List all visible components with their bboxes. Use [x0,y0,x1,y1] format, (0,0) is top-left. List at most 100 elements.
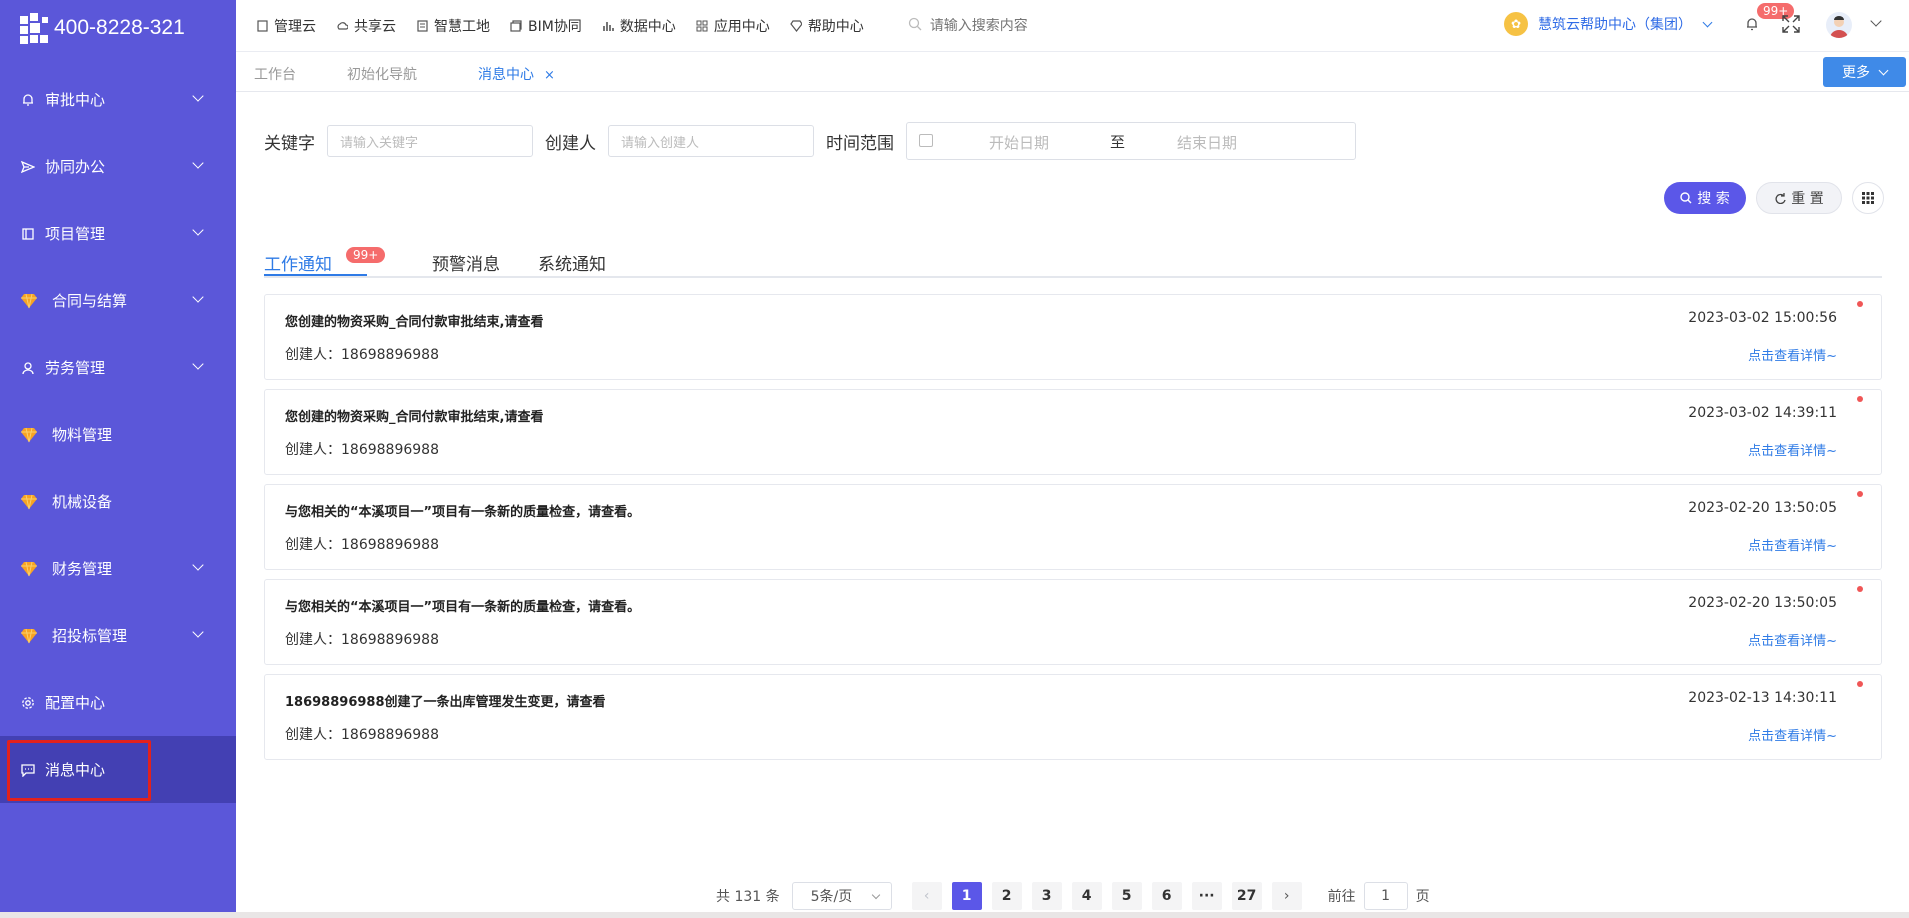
chevron-down-icon [1702,17,1713,27]
page-button[interactable]: 5 [1111,882,1142,910]
active-tab-indicator [264,274,367,276]
list-item[interactable]: 与您相关的“本溪项目一”项目有一条新的质量检查，请查看。 2023-02-20 … [264,579,1882,665]
user-avatar[interactable] [1826,12,1852,38]
tab-work-notice[interactable]: 工作通知 99+ [264,247,386,275]
sidebar-item-collab[interactable]: 协同办公 [0,133,236,200]
sidebar-item-label: 项目管理 [45,225,106,243]
page-button[interactable]: 1 [951,882,982,910]
creator-input[interactable]: 请输入创建人 [608,125,814,157]
global-search[interactable] [908,17,1328,35]
close-icon[interactable]: × [544,68,555,83]
search-input[interactable] [929,17,1230,34]
cloud-icon [336,20,348,32]
message-time: 2023-03-02 14:39:11 [1688,405,1837,421]
fullscreen-icon[interactable] [1781,14,1801,34]
topnav-shared-cloud[interactable]: 共享云 [336,16,396,36]
search-icon [908,17,922,35]
sidebar: 400-8228-321 审批中心 协同办公 项目管理 合同与结算 劳务管理 物… [0,0,236,918]
reset-button[interactable]: 重 置 [1756,182,1842,214]
next-page-button[interactable]: › [1271,882,1302,910]
grid-icon [696,20,708,32]
more-button[interactable]: 更多 [1823,57,1906,87]
sidebar-item-label: 招投标管理 [52,627,128,645]
search-icon [1680,192,1692,204]
goto-suffix: 页 [1415,889,1430,905]
topnav-app-center[interactable]: 应用中心 [696,16,770,36]
list-item[interactable]: 您创建的物资采购_合同付款审批结束,请查看 2023-03-02 15:00:5… [264,294,1882,380]
sidebar-item-contracts[interactable]: 合同与结算 [0,267,236,334]
search-button[interactable]: 搜 索 [1664,182,1746,214]
chevron-down-icon[interactable] [1870,15,1882,27]
view-detail-link[interactable]: 点击查看详情~ [1748,345,1837,364]
page-button[interactable]: 6 [1151,882,1182,910]
page-button[interactable]: 2 [991,882,1022,910]
unread-dot [1857,396,1863,402]
tab-message-center[interactable]: 消息中心 × [478,64,555,84]
topnav-help-center[interactable]: 帮助中心 [790,16,864,36]
sidebar-item-config[interactable]: 配置中心 [0,669,236,736]
topnav-label: 帮助中心 [807,18,864,35]
tab-warning-messages[interactable]: 预警消息 [432,250,500,275]
sidebar-item-messages[interactable]: 消息中心 [0,736,236,803]
page-tab-strip: 工作台 初始化导航 消息中心 × 更多 [236,52,1909,92]
end-date-input[interactable]: 结束日期 [1177,132,1237,153]
chevron-down-icon [1878,65,1889,75]
tab-system-notice[interactable]: 系统通知 [538,250,606,275]
sidebar-item-finance[interactable]: 财务管理 [0,535,236,602]
topnav-management-cloud[interactable]: 管理云 [256,16,316,36]
box-icon [510,19,522,32]
sidebar-item-labor[interactable]: 劳务管理 [0,334,236,401]
tab-init-nav[interactable]: 初始化导航 [347,64,417,84]
keyword-input[interactable]: 请输入关键字 [327,125,533,157]
notification-bell-icon[interactable] [1744,16,1760,32]
highlight-box [7,740,151,801]
book-icon [20,226,36,242]
sidebar-item-materials[interactable]: 物料管理 [0,401,236,468]
chevron-down-icon [192,358,204,370]
goto-label: 前往 [1327,889,1356,905]
view-detail-link[interactable]: 点击查看详情~ [1748,535,1837,554]
sidebar-item-bidding[interactable]: 招投标管理 [0,602,236,669]
topnav-label: 智慧工地 [434,18,490,35]
view-detail-link[interactable]: 点击查看详情~ [1748,440,1837,459]
view-detail-link[interactable]: 点击查看详情~ [1748,725,1837,744]
sidebar-item-approval[interactable]: 审批中心 [0,66,236,133]
page-button[interactable]: 4 [1071,882,1102,910]
page-button[interactable]: 3 [1031,882,1062,910]
message-list: 您创建的物资采购_合同付款审批结束,请查看 2023-03-02 15:00:5… [264,294,1882,769]
view-detail-link[interactable]: 点击查看详情~ [1748,630,1837,649]
page-size-select[interactable]: 5条/页 [791,882,892,910]
pagination: 共 131 条 5条/页 ‹ 1 2 3 4 5 6 ··· 27 › 前往 1… [716,882,1430,910]
goto-page-input[interactable]: 1 [1363,882,1408,910]
range-separator: 至 [1110,133,1126,151]
chevron-down-icon [192,626,204,638]
topnav-bim[interactable]: BIM协同 [510,16,582,36]
list-item[interactable]: 与您相关的“本溪项目一”项目有一条新的质量检查，请查看。 2023-02-20 … [264,484,1882,570]
unread-dot [1857,681,1863,687]
column-settings-button[interactable] [1852,182,1884,214]
page-button[interactable]: 27 [1231,882,1262,910]
logo[interactable]: 400-8228-321 [0,0,236,56]
start-date-input[interactable]: 开始日期 [989,132,1049,153]
tab-workbench[interactable]: 工作台 [254,64,296,84]
sidebar-item-projects[interactable]: 项目管理 [0,200,236,267]
brand-phone: 400-8228-321 [54,16,185,39]
bell-icon [20,92,36,108]
topnav-smart-site[interactable]: 智慧工地 [416,16,490,36]
prev-page-button[interactable]: ‹ [911,882,942,910]
more-pages-button[interactable]: ··· [1191,882,1222,910]
message-title: 与您相关的“本溪项目一”项目有一条新的质量检查，请查看。 [285,505,641,520]
gem-icon [20,494,38,510]
gem-icon [20,561,38,577]
sidebar-item-machinery[interactable]: 机械设备 [0,468,236,535]
page-size-value: 5条/页 [810,889,853,905]
list-item[interactable]: 18698896988创建了一条出库管理发生变更，请查看 2023-02-13 … [264,674,1882,760]
topnav-data-center[interactable]: 数据中心 [602,16,676,36]
help-center-link[interactable]: ✿ 慧筑云帮助中心（集团） [1504,12,1713,36]
list-item[interactable]: 您创建的物资采购_合同付款审批结束,请查看 2023-03-02 14:39:1… [264,389,1882,475]
date-range-picker[interactable]: 开始日期 至 结束日期 [906,122,1356,160]
topnav-label: 数据中心 [619,18,676,35]
tab-label: 消息中心 [478,67,534,83]
topnav-label: 管理云 [274,18,316,35]
sidebar-item-label: 配置中心 [45,694,106,712]
